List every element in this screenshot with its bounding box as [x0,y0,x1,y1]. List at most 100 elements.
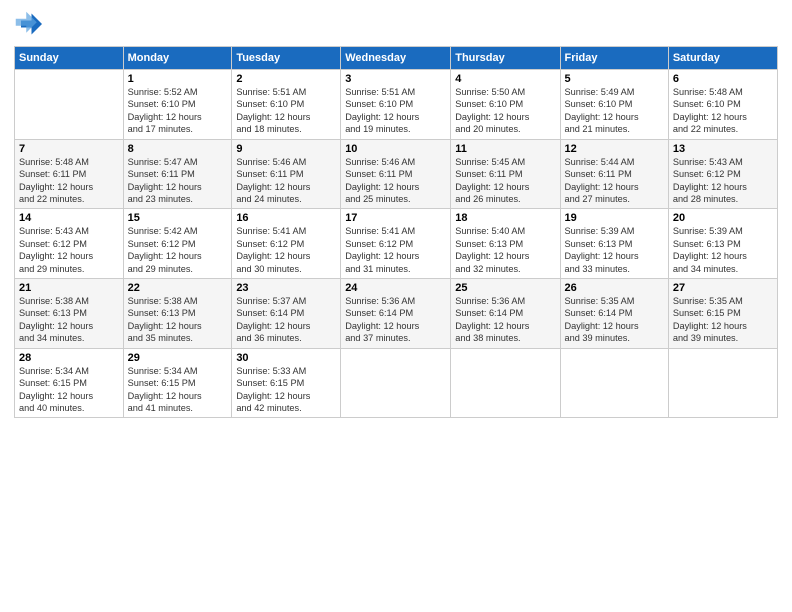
day-info: Sunrise: 5:51 AMSunset: 6:10 PMDaylight:… [345,86,446,136]
day-info: Sunrise: 5:33 AMSunset: 6:15 PMDaylight:… [236,365,336,415]
day-number: 10 [345,143,446,155]
day-info: Sunrise: 5:48 AMSunset: 6:11 PMDaylight:… [19,156,119,206]
day-info: Sunrise: 5:35 AMSunset: 6:14 PMDaylight:… [565,295,664,345]
calendar-header-friday: Friday [560,47,668,70]
day-number: 17 [345,212,446,224]
day-number: 19 [565,212,664,224]
day-number: 22 [128,282,228,294]
day-info: Sunrise: 5:48 AMSunset: 6:10 PMDaylight:… [673,86,773,136]
day-info: Sunrise: 5:51 AMSunset: 6:10 PMDaylight:… [236,86,336,136]
calendar-cell: 7Sunrise: 5:48 AMSunset: 6:11 PMDaylight… [15,139,124,209]
day-info: Sunrise: 5:35 AMSunset: 6:15 PMDaylight:… [673,295,773,345]
calendar-cell: 25Sunrise: 5:36 AMSunset: 6:14 PMDayligh… [451,279,560,349]
header [14,10,778,38]
calendar-cell: 2Sunrise: 5:51 AMSunset: 6:10 PMDaylight… [232,70,341,140]
calendar-cell [451,348,560,418]
day-info: Sunrise: 5:36 AMSunset: 6:14 PMDaylight:… [345,295,446,345]
calendar-week-2: 7Sunrise: 5:48 AMSunset: 6:11 PMDaylight… [15,139,778,209]
day-info: Sunrise: 5:39 AMSunset: 6:13 PMDaylight:… [565,225,664,275]
day-info: Sunrise: 5:46 AMSunset: 6:11 PMDaylight:… [345,156,446,206]
calendar-cell [560,348,668,418]
day-info: Sunrise: 5:37 AMSunset: 6:14 PMDaylight:… [236,295,336,345]
day-number: 6 [673,73,773,85]
calendar-header-saturday: Saturday [668,47,777,70]
calendar-cell: 12Sunrise: 5:44 AMSunset: 6:11 PMDayligh… [560,139,668,209]
day-info: Sunrise: 5:46 AMSunset: 6:11 PMDaylight:… [236,156,336,206]
calendar-header-tuesday: Tuesday [232,47,341,70]
calendar-cell: 14Sunrise: 5:43 AMSunset: 6:12 PMDayligh… [15,209,124,279]
calendar-header-thursday: Thursday [451,47,560,70]
day-number: 4 [455,73,555,85]
calendar-cell: 8Sunrise: 5:47 AMSunset: 6:11 PMDaylight… [123,139,232,209]
day-info: Sunrise: 5:44 AMSunset: 6:11 PMDaylight:… [565,156,664,206]
calendar-cell: 22Sunrise: 5:38 AMSunset: 6:13 PMDayligh… [123,279,232,349]
day-number: 28 [19,352,119,364]
calendar-cell: 26Sunrise: 5:35 AMSunset: 6:14 PMDayligh… [560,279,668,349]
day-number: 14 [19,212,119,224]
day-info: Sunrise: 5:47 AMSunset: 6:11 PMDaylight:… [128,156,228,206]
day-number: 20 [673,212,773,224]
calendar-cell: 29Sunrise: 5:34 AMSunset: 6:15 PMDayligh… [123,348,232,418]
day-number: 21 [19,282,119,294]
day-info: Sunrise: 5:43 AMSunset: 6:12 PMDaylight:… [673,156,773,206]
calendar-header-monday: Monday [123,47,232,70]
day-number: 26 [565,282,664,294]
calendar-cell: 24Sunrise: 5:36 AMSunset: 6:14 PMDayligh… [341,279,451,349]
day-number: 23 [236,282,336,294]
calendar-cell: 27Sunrise: 5:35 AMSunset: 6:15 PMDayligh… [668,279,777,349]
day-info: Sunrise: 5:50 AMSunset: 6:10 PMDaylight:… [455,86,555,136]
calendar-cell: 30Sunrise: 5:33 AMSunset: 6:15 PMDayligh… [232,348,341,418]
calendar-header-row: SundayMondayTuesdayWednesdayThursdayFrid… [15,47,778,70]
calendar-week-4: 21Sunrise: 5:38 AMSunset: 6:13 PMDayligh… [15,279,778,349]
day-info: Sunrise: 5:41 AMSunset: 6:12 PMDaylight:… [345,225,446,275]
calendar-cell: 16Sunrise: 5:41 AMSunset: 6:12 PMDayligh… [232,209,341,279]
calendar-cell [15,70,124,140]
day-info: Sunrise: 5:36 AMSunset: 6:14 PMDaylight:… [455,295,555,345]
calendar-cell: 10Sunrise: 5:46 AMSunset: 6:11 PMDayligh… [341,139,451,209]
day-number: 18 [455,212,555,224]
day-info: Sunrise: 5:42 AMSunset: 6:12 PMDaylight:… [128,225,228,275]
calendar-cell: 9Sunrise: 5:46 AMSunset: 6:11 PMDaylight… [232,139,341,209]
calendar-cell: 28Sunrise: 5:34 AMSunset: 6:15 PMDayligh… [15,348,124,418]
page: SundayMondayTuesdayWednesdayThursdayFrid… [0,0,792,612]
day-info: Sunrise: 5:45 AMSunset: 6:11 PMDaylight:… [455,156,555,206]
calendar-cell: 21Sunrise: 5:38 AMSunset: 6:13 PMDayligh… [15,279,124,349]
calendar-cell: 1Sunrise: 5:52 AMSunset: 6:10 PMDaylight… [123,70,232,140]
day-info: Sunrise: 5:49 AMSunset: 6:10 PMDaylight:… [565,86,664,136]
logo-icon [14,10,42,38]
day-number: 27 [673,282,773,294]
day-number: 1 [128,73,228,85]
day-number: 15 [128,212,228,224]
calendar-week-1: 1Sunrise: 5:52 AMSunset: 6:10 PMDaylight… [15,70,778,140]
day-number: 7 [19,143,119,155]
day-number: 24 [345,282,446,294]
day-info: Sunrise: 5:39 AMSunset: 6:13 PMDaylight:… [673,225,773,275]
day-number: 2 [236,73,336,85]
day-info: Sunrise: 5:43 AMSunset: 6:12 PMDaylight:… [19,225,119,275]
calendar-cell: 19Sunrise: 5:39 AMSunset: 6:13 PMDayligh… [560,209,668,279]
day-info: Sunrise: 5:34 AMSunset: 6:15 PMDaylight:… [128,365,228,415]
calendar-cell: 5Sunrise: 5:49 AMSunset: 6:10 PMDaylight… [560,70,668,140]
calendar-cell [668,348,777,418]
calendar-cell: 18Sunrise: 5:40 AMSunset: 6:13 PMDayligh… [451,209,560,279]
day-number: 3 [345,73,446,85]
day-info: Sunrise: 5:41 AMSunset: 6:12 PMDaylight:… [236,225,336,275]
calendar-cell: 15Sunrise: 5:42 AMSunset: 6:12 PMDayligh… [123,209,232,279]
day-info: Sunrise: 5:52 AMSunset: 6:10 PMDaylight:… [128,86,228,136]
day-number: 30 [236,352,336,364]
day-number: 13 [673,143,773,155]
calendar-cell: 11Sunrise: 5:45 AMSunset: 6:11 PMDayligh… [451,139,560,209]
calendar-cell: 13Sunrise: 5:43 AMSunset: 6:12 PMDayligh… [668,139,777,209]
day-info: Sunrise: 5:38 AMSunset: 6:13 PMDaylight:… [19,295,119,345]
day-info: Sunrise: 5:34 AMSunset: 6:15 PMDaylight:… [19,365,119,415]
calendar-header-wednesday: Wednesday [341,47,451,70]
calendar-header-sunday: Sunday [15,47,124,70]
logo [14,10,46,38]
day-number: 9 [236,143,336,155]
calendar-cell: 4Sunrise: 5:50 AMSunset: 6:10 PMDaylight… [451,70,560,140]
day-number: 12 [565,143,664,155]
day-number: 5 [565,73,664,85]
calendar-week-3: 14Sunrise: 5:43 AMSunset: 6:12 PMDayligh… [15,209,778,279]
calendar-cell: 20Sunrise: 5:39 AMSunset: 6:13 PMDayligh… [668,209,777,279]
day-number: 16 [236,212,336,224]
